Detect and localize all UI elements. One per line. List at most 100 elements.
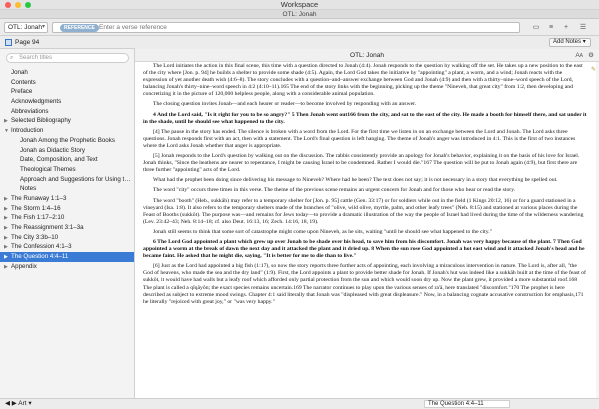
scripture-passage: 4 And the Lord said, "Is it right for yo…	[143, 111, 587, 125]
panel-icon[interactable]: ▭	[531, 23, 541, 32]
window-subtitle: OTL: Jonah	[0, 10, 599, 19]
page-indicator[interactable]: Page 94	[0, 36, 135, 49]
disclosure-closed-icon[interactable]: ▶	[4, 234, 11, 243]
sidebar-item-label: The Fish 1:17–2:10	[11, 214, 65, 222]
sidebar-item[interactable]: ▶ The City 3:3b–10	[0, 233, 134, 243]
verse-reference-input[interactable]	[99, 23, 499, 32]
disclosure-closed-icon[interactable]: ▶	[4, 243, 11, 252]
commentary-paragraph: What had the prophet been doing since de…	[153, 177, 558, 184]
add-notes-label: Add Notes	[553, 39, 582, 45]
current-section-box[interactable]: The Question 4:4–11	[424, 400, 510, 408]
sidebar-item[interactable]: Abbreviations	[0, 107, 134, 117]
sidebar-item-label: The Confession 4:1–3	[11, 243, 72, 251]
page-number: Page 94	[15, 39, 40, 46]
sidebar-item[interactable]: Acknowledgments	[0, 97, 134, 107]
sidebar-item-label: Date, Composition, and Text	[20, 156, 98, 164]
status-left-label: Art	[18, 400, 27, 407]
sidebar-item-label: The Reassignment 3:1–3a	[11, 224, 84, 231]
sidebar-item[interactable]: Jonah	[0, 68, 134, 78]
commentary-paragraph: The closing question invites Jonah—and e…	[153, 101, 417, 108]
disclosure-closed-icon[interactable]: ▶	[4, 117, 11, 126]
sidebar-item-label: Jonah	[11, 69, 28, 76]
sidebar-item-label: Appendix	[11, 262, 37, 270]
sidebar-item-label: The City 3:3b–10	[11, 233, 59, 241]
status-left[interactable]: ◀ ▶ Art ▾	[5, 399, 32, 409]
sidebar-item[interactable]: ▶ The Question 4:4–11	[0, 252, 134, 262]
commentary-paragraph: The word "city" occurs three times in th…	[153, 187, 516, 194]
sidebar-search-placeholder: Search titles	[19, 55, 53, 61]
sidebar-item[interactable]: Date, Composition, and Text	[0, 155, 134, 165]
disclosure-closed-icon[interactable]: ▶	[4, 253, 11, 262]
sidebar-item-label: Jonah as Didactic Story	[20, 146, 85, 154]
sidebar-item-label: Preface	[11, 88, 33, 96]
sidebar-item[interactable]: Notes	[0, 184, 134, 194]
contents-sidebar: ⌕ Search titles Jonah Contents Preface Ackn…	[0, 49, 135, 398]
commentary-paragraph: [6] Just as the Lord had appointed a big…	[143, 263, 586, 305]
text-size-icon[interactable]: AA	[575, 49, 583, 63]
sidebar-item[interactable]: Theological Themes	[0, 165, 134, 175]
sidebar-item-label: Abbreviations	[11, 107, 49, 115]
document-body: The Lord initiates the action in this fi…	[143, 63, 587, 309]
sidebar-item[interactable]: ▶ The Runaway 1:1–3	[0, 194, 134, 204]
sidebar-item[interactable]: Contents	[0, 78, 134, 88]
disclosure-closed-icon[interactable]: ▶	[4, 214, 11, 223]
sidebar-item[interactable]: ▶ The Storm 1:4–16	[0, 204, 134, 214]
document-pane[interactable]: The Lord initiates the action in this fi…	[135, 62, 599, 398]
sidebar-item[interactable]: ▶ The Confession 4:1–3	[0, 242, 134, 252]
window-titlebar: Workspace	[0, 0, 599, 10]
commentary-paragraph: The Lord initiates the action in this fi…	[143, 63, 583, 98]
menu-icon[interactable]: ☰	[578, 23, 588, 32]
sidebar-item-label: The Storm 1:4–16	[11, 204, 61, 212]
sidebar-item-label: Jonah Among the Prophetic Books	[20, 136, 115, 144]
sidebar-search-input[interactable]: ⌕ Search titles	[6, 53, 129, 63]
minimize-window-button[interactable]	[15, 2, 21, 8]
disclosure-closed-icon[interactable]: ▶	[4, 205, 11, 214]
commentary-paragraph: [4] The pause in the story has ended. Th…	[143, 128, 576, 149]
toolbar: OTL: Jonah ▾ REFERENCE ▭ ≡ + ☰	[0, 19, 599, 36]
list-icon[interactable]: ≡	[546, 23, 556, 32]
add-icon[interactable]: +	[561, 23, 571, 32]
sidebar-item-list: Jonah Contents Preface Acknowledgments Abbre…	[0, 68, 135, 272]
search-icon: ⌕	[10, 55, 14, 61]
reference-search-box[interactable]: REFERENCE	[52, 22, 520, 33]
current-section-label: The Question 4:4–11	[428, 401, 484, 407]
document-title: OTL: Jonah	[350, 52, 384, 59]
sidebar-item-label: Introduction	[11, 127, 44, 135]
document-header: OTL: Jonah AA ⚙	[135, 49, 599, 62]
sidebar-item-label: Notes	[20, 185, 37, 193]
sidebar-item-label: Theological Themes	[20, 165, 76, 173]
sidebar-item-label: Approach and Suggestions for Using the C…	[20, 175, 135, 183]
sidebar-item-label: Acknowledgments	[11, 98, 62, 106]
close-window-button[interactable]	[5, 2, 11, 8]
sidebar-item-label: The Runaway 1:1–3	[11, 194, 67, 202]
disclosure-closed-icon[interactable]: ▶	[4, 224, 11, 233]
disclosure-closed-icon[interactable]: ▶	[4, 263, 11, 272]
sidebar-item[interactable]: ▶ Selected Bibliography	[0, 116, 134, 126]
sidebar-item[interactable]: ▶ Appendix	[0, 262, 134, 272]
sidebar-item[interactable]: Jonah Among the Prophetic Books	[0, 136, 134, 146]
reference-type-pill[interactable]: REFERENCE	[60, 24, 99, 32]
scripture-passage: 6 The Lord God appointed a plant which g…	[143, 238, 585, 260]
sidebar-item-label: The Question 4:4–11	[11, 253, 69, 261]
sidebar-item-label: Selected Bibliography	[11, 117, 71, 125]
commentary-paragraph: [5] Jonah responds to the Lord's questio…	[143, 153, 580, 174]
sidebar-item[interactable]: ▶ The Reassignment 3:1–3a	[0, 223, 134, 233]
chevron-down-icon: ▾	[41, 24, 45, 30]
window-controls[interactable]	[5, 2, 31, 8]
sidebar-item[interactable]: Jonah as Didactic Story	[0, 146, 134, 156]
commentary-paragraph: Jonah still seems to think that some sor…	[153, 228, 492, 235]
resource-selector[interactable]: OTL: Jonah ▾	[4, 22, 48, 33]
sidebar-item[interactable]: ▶ The Fish 1:17–2:10	[0, 213, 134, 223]
sidebar-item-label: Contents	[11, 78, 36, 86]
disclosure-closed-icon[interactable]: ▶	[4, 195, 11, 204]
status-bar: ◀ ▶ Art ▾ The Question 4:4–11	[0, 398, 599, 409]
add-notes-button[interactable]: Add Notes ▾	[549, 38, 591, 47]
sidebar-item[interactable]: Approach and Suggestions for Using the C…	[0, 175, 135, 185]
sidebar-item[interactable]: Preface	[0, 87, 134, 97]
sidebar-item[interactable]: ▼ Introduction	[0, 126, 134, 136]
zoom-window-button[interactable]	[25, 2, 31, 8]
gear-icon[interactable]: ⚙	[588, 49, 594, 62]
page-icon	[5, 39, 12, 46]
disclosure-open-icon[interactable]: ▼	[4, 127, 11, 136]
window-title: Workspace	[280, 0, 319, 9]
